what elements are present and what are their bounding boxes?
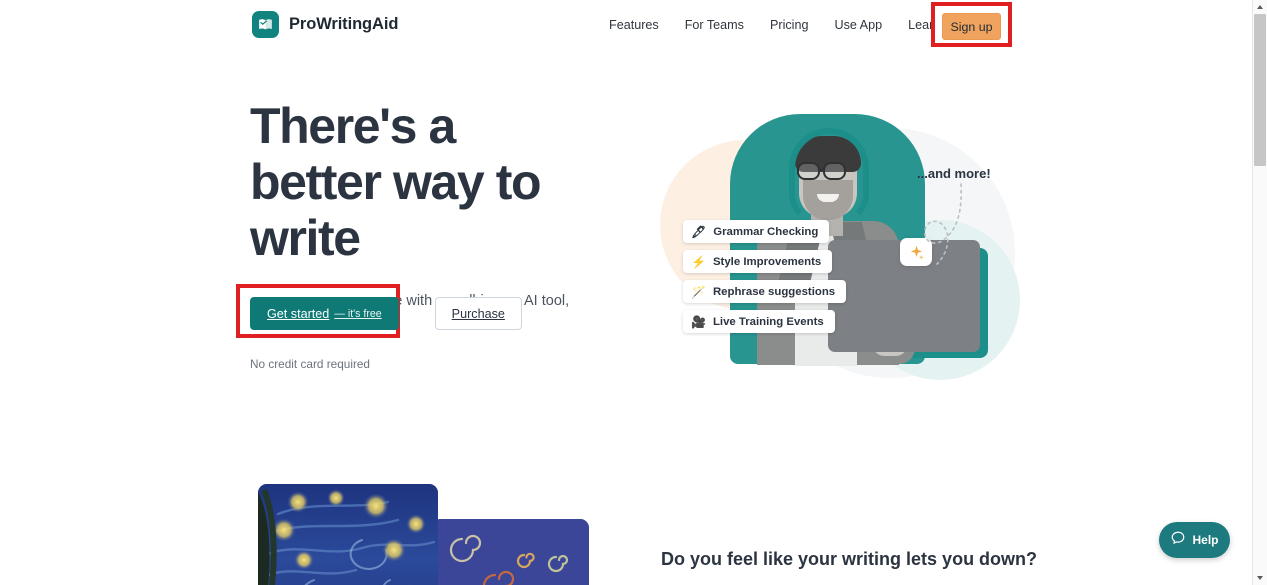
scroll-down-arrow[interactable] bbox=[1253, 571, 1267, 585]
blue-doodle-card bbox=[432, 519, 589, 585]
curved-dotted-arrow-icon bbox=[924, 183, 962, 265]
speech-bubble-icon bbox=[1170, 530, 1186, 551]
open-book-icon bbox=[252, 11, 279, 38]
nav-item-features[interactable]: Features bbox=[596, 0, 672, 50]
purchase-button[interactable]: Purchase bbox=[434, 297, 522, 330]
feature-pill-label: Live Training Events bbox=[712, 315, 824, 328]
browser-page: ProWritingAid Features For Teams Pricing… bbox=[0, 0, 1267, 585]
pen-icon: 🖋 bbox=[691, 224, 707, 239]
starry-night-painting bbox=[258, 484, 438, 585]
magic-wand-icon: 🪄 bbox=[691, 284, 706, 299]
feature-pill-rephrase-suggestions: 🪄 Rephrase suggestions bbox=[683, 280, 847, 303]
feature-pill-live-training-events: 🎥 Live Training Events bbox=[683, 310, 835, 333]
signup-highlight-annotation: Sign up bbox=[931, 2, 1012, 47]
page-title: There's a better way to write bbox=[250, 98, 542, 266]
nav-item-use-app[interactable]: Use App bbox=[821, 0, 895, 50]
page-viewport: ProWritingAid Features For Teams Pricing… bbox=[0, 0, 1252, 585]
feature-pill-list: 🖋 Grammar Checking ⚡ Style Improvements … bbox=[683, 220, 847, 333]
movie-camera-icon: 🎥 bbox=[691, 314, 706, 329]
lightning-icon: ⚡ bbox=[691, 254, 706, 269]
get-started-button[interactable]: Get started — it's free bbox=[250, 297, 399, 330]
scroll-up-arrow[interactable] bbox=[1253, 0, 1267, 14]
help-button[interactable]: Help bbox=[1159, 522, 1230, 558]
feature-pill-style-improvements: ⚡ Style Improvements bbox=[683, 250, 833, 273]
get-started-label: Get started bbox=[267, 306, 330, 321]
hero-illustration: ...and more! 🖋 Grammar Checking ⚡ Style … bbox=[645, 100, 1045, 380]
vertical-scrollbar[interactable] bbox=[1252, 0, 1267, 585]
feature-pill-label: Grammar Checking bbox=[713, 225, 819, 238]
feature-pill-grammar-checking: 🖋 Grammar Checking bbox=[683, 220, 830, 243]
section-heading: Do you feel like your writing lets you d… bbox=[661, 549, 1038, 569]
nav-item-pricing[interactable]: Pricing bbox=[757, 0, 822, 50]
feature-pill-label: Style Improvements bbox=[712, 255, 822, 268]
person-teal-outline bbox=[789, 128, 869, 224]
brand-name: ProWritingAid bbox=[289, 15, 399, 33]
brand-logo-link[interactable]: ProWritingAid bbox=[252, 11, 398, 38]
signup-button[interactable]: Sign up bbox=[942, 13, 1001, 40]
get-started-free-note: — it's free bbox=[334, 307, 382, 320]
and-more-annotation: ...and more! bbox=[917, 166, 991, 181]
scrollbar-thumb[interactable] bbox=[1254, 14, 1266, 166]
hero-cta-row: Get started — it's free Purchase bbox=[236, 284, 522, 338]
site-header: ProWritingAid Features For Teams Pricing… bbox=[0, 0, 1252, 50]
feature-pill-label: Rephrase suggestions bbox=[712, 285, 836, 298]
nav-item-for-teams[interactable]: For Teams bbox=[672, 0, 757, 50]
no-credit-card-note: No credit card required bbox=[250, 357, 370, 371]
help-label: Help bbox=[1192, 533, 1219, 547]
